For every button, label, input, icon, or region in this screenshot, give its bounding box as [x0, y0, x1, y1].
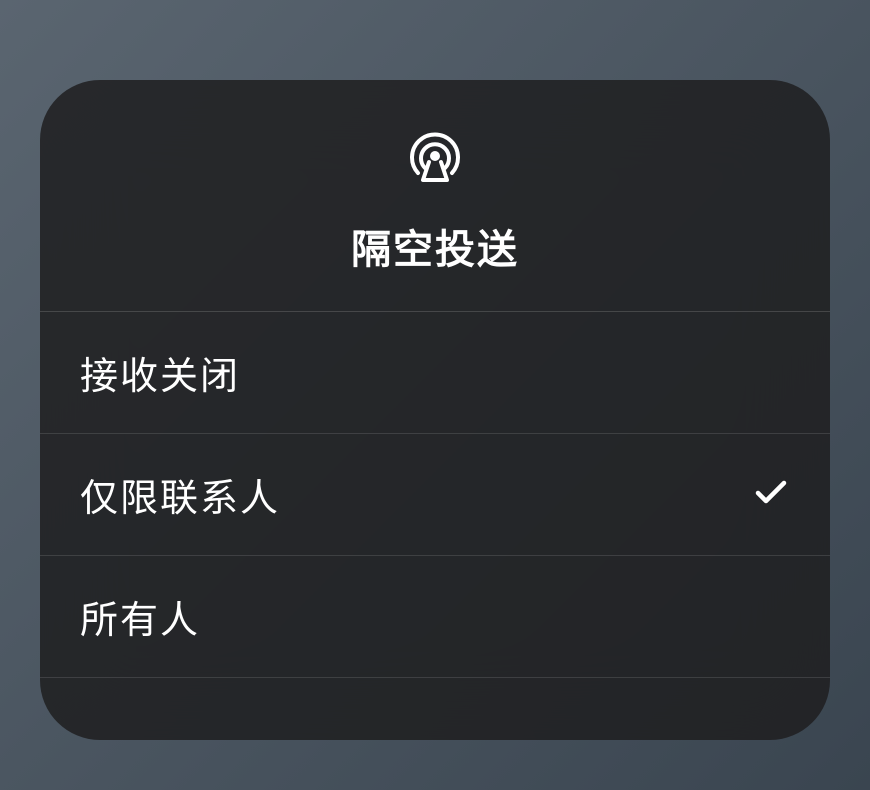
checkmark-icon	[752, 473, 790, 516]
option-label: 接收关闭	[80, 345, 240, 400]
option-label: 所有人	[80, 589, 200, 644]
options-list: 接收关闭 仅限联系人 所有人	[40, 312, 830, 678]
modal-header: 隔空投送	[40, 80, 830, 312]
option-contacts-only[interactable]: 仅限联系人	[40, 434, 830, 556]
option-receiving-off[interactable]: 接收关闭	[40, 312, 830, 434]
airdrop-icon	[403, 122, 467, 191]
airdrop-modal: 隔空投送 接收关闭 仅限联系人 所有人	[40, 80, 830, 740]
modal-title: 隔空投送	[351, 217, 519, 275]
option-everyone[interactable]: 所有人	[40, 556, 830, 678]
option-label: 仅限联系人	[80, 467, 280, 522]
